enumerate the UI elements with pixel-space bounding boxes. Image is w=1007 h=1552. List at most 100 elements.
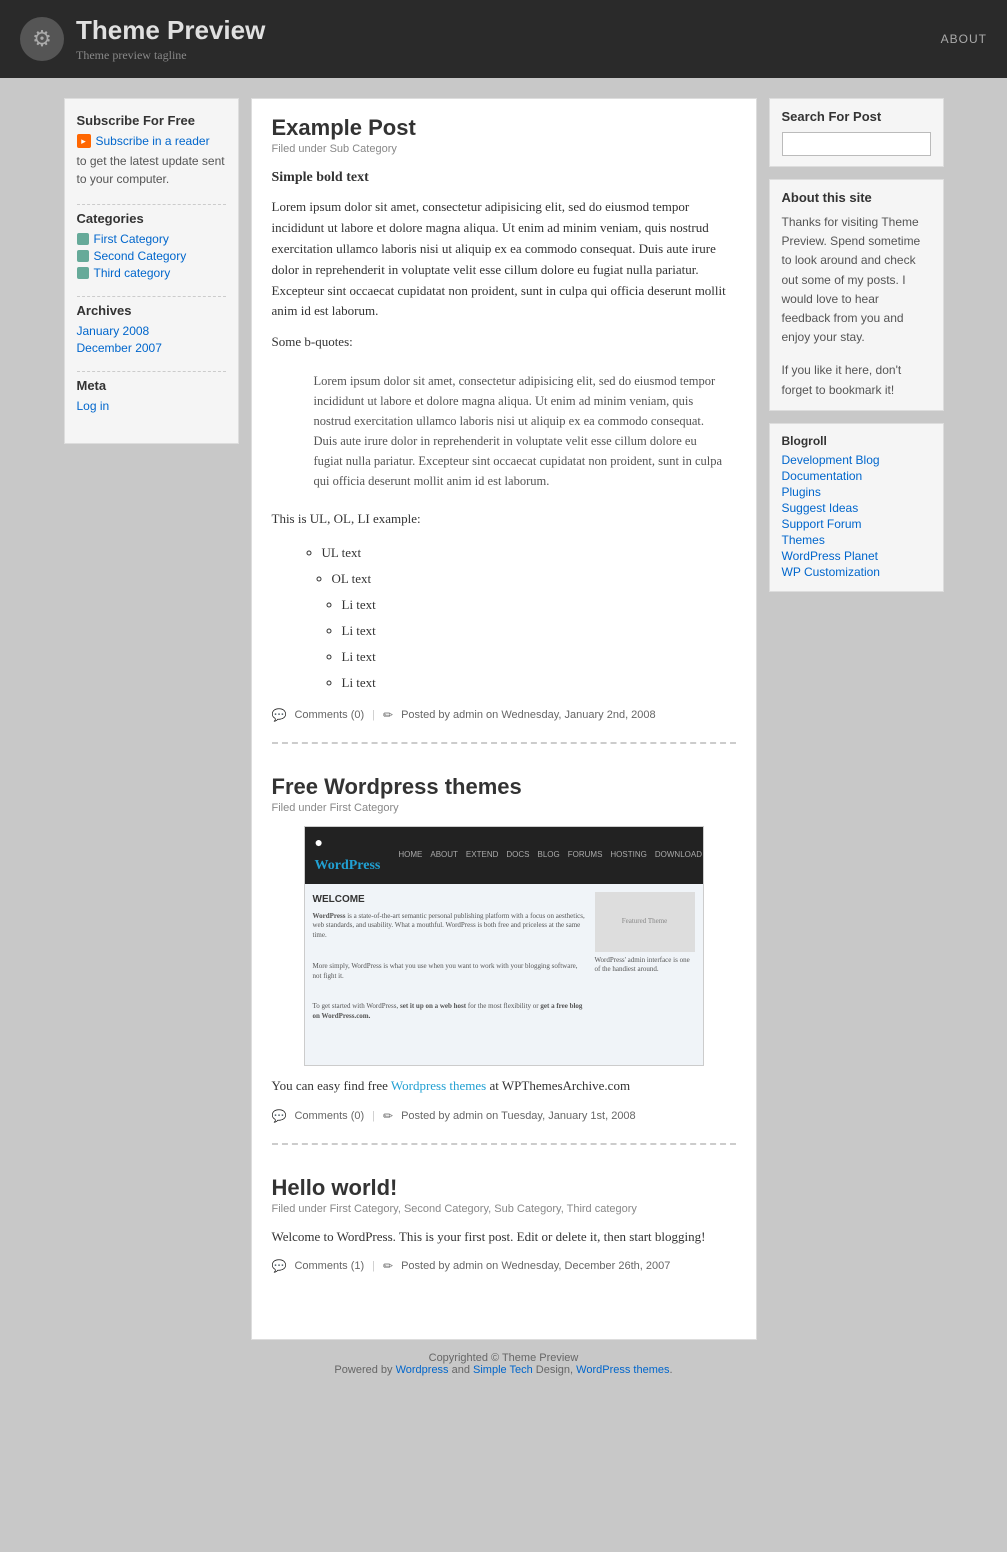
wp-ss-nav-forums: FORUMS — [568, 849, 603, 862]
rss-subscribe-link[interactable]: Subscribe in a reader — [96, 134, 210, 148]
archive-link[interactable]: January 2008 — [77, 324, 150, 338]
blogroll-title: Blogroll — [782, 434, 931, 448]
list-li-3: Li text — [342, 644, 736, 670]
cat-item-third-category: Third category — [77, 266, 226, 280]
post-title-1: Example Post — [272, 115, 736, 141]
list-li-2: Li text — [342, 618, 736, 644]
post-author-2: Posted by admin on Tuesday, January 1st,… — [401, 1110, 636, 1122]
post-filed-1: Filed under Sub Category — [272, 143, 736, 155]
comment-icon-1: 💬 — [272, 708, 287, 722]
post-body-3: Welcome to WordPress. This is your first… — [272, 1227, 736, 1248]
blogroll-link[interactable]: Plugins — [782, 485, 821, 499]
meta-title: Meta — [77, 378, 226, 393]
blogroll-link[interactable]: Documentation — [782, 469, 863, 483]
blogroll-link[interactable]: Suggest Ideas — [782, 501, 859, 515]
blogroll-link[interactable]: WordPress Planet — [782, 549, 879, 563]
post-para-1: Lorem ipsum dolor sit amet, consectetur … — [272, 197, 736, 322]
cat-icon — [77, 250, 89, 262]
meta-link[interactable]: Log in — [77, 399, 110, 413]
list-li-1: Li text — [342, 592, 736, 618]
post-body-1: Simple bold text Lorem ipsum dolor sit a… — [272, 167, 736, 696]
post-body-text-2: You can easy find free Wordpress themes … — [272, 1076, 736, 1097]
divider-2 — [77, 296, 226, 297]
wp-ss-theme-text: WordPress' admin interface is one of the… — [595, 956, 695, 976]
comment-icon-2: 💬 — [272, 1109, 287, 1123]
categories-list: First Category Second Category Third categ… — [77, 232, 226, 280]
wp-ss-welcome: WELCOME — [313, 892, 587, 908]
site-logo-icon: ⚙ — [20, 17, 64, 61]
main-content: Example Post Filed under Sub Category Si… — [251, 98, 757, 1340]
post-para-3: Welcome to WordPress. This is your first… — [272, 1227, 736, 1248]
blogroll-widget: Blogroll Development Blog Documentation Pl… — [769, 423, 944, 592]
wp-ss-nav-download: DOWNLOAD — [655, 849, 702, 862]
footer-wordpress-link[interactable]: Wordpress — [396, 1364, 449, 1376]
header-nav: ABOUT — [941, 31, 987, 47]
cat-link-third-category[interactable]: Third category — [94, 266, 171, 280]
post-author-1: Posted by admin on Wednesday, January 2n… — [401, 709, 656, 721]
header-title-block: Theme Preview Theme preview tagline — [76, 15, 265, 63]
post-comments-1: Comments (0) — [294, 709, 364, 721]
cat-link-first-category[interactable]: First Category — [94, 232, 169, 246]
wp-ss-header: ● WordPress HOME ABOUT EXTEND DOCS BLOG … — [305, 827, 703, 884]
list-ul-item: UL text OL text Li text Li text Li text … — [322, 540, 736, 696]
archive-link[interactable]: December 2007 — [77, 341, 162, 355]
blogroll-item: Documentation — [782, 469, 931, 483]
search-widget-title: Search For Post — [782, 109, 931, 124]
wp-themes-link[interactable]: Wordpress themes — [391, 1078, 486, 1093]
footer-wpthemes-link[interactable]: WordPress themes — [576, 1364, 669, 1376]
wp-ss-nav-home: HOME — [398, 849, 422, 862]
bquote-label: Some b-quotes: — [272, 332, 736, 353]
site-footer: Copyrighted © Theme Preview Powered by W… — [64, 1340, 944, 1396]
blogroll-item: Suggest Ideas — [782, 501, 931, 515]
cat-item-first-category: First Category — [77, 232, 226, 246]
cat-link-second-category[interactable]: Second Category — [94, 249, 187, 263]
site-header: ⚙ Theme Preview Theme preview tagline AB… — [0, 0, 1007, 78]
about-text-1: Thanks for visiting Theme Preview. Spend… — [782, 213, 931, 347]
wp-screenshot-inner: ● WordPress HOME ABOUT EXTEND DOCS BLOG … — [305, 827, 703, 1065]
wp-ss-right: Featured Theme WordPress' admin interfac… — [595, 892, 695, 1057]
site-tagline: Theme preview tagline — [76, 48, 265, 63]
blogroll-link[interactable]: Support Forum — [782, 517, 862, 531]
archive-item: January 2008 — [77, 324, 226, 338]
footer-copyright: Copyrighted © Theme Preview — [64, 1352, 944, 1364]
blogroll-item: Plugins — [782, 485, 931, 499]
wp-screenshot: ● WordPress HOME ABOUT EXTEND DOCS BLOG … — [304, 826, 704, 1066]
archives-title: Archives — [77, 303, 226, 318]
blogroll-link[interactable]: Development Blog — [782, 453, 880, 467]
post-author-3: Posted by admin on Wednesday, December 2… — [401, 1260, 670, 1272]
blogroll-link[interactable]: WP Customization — [782, 565, 880, 579]
divider-1 — [77, 204, 226, 205]
search-input[interactable] — [782, 132, 931, 156]
right-sidebar: Search For Post About this site Thanks f… — [769, 98, 944, 604]
wp-ss-body: WELCOME WordPress is a state-of-the-art … — [305, 884, 703, 1065]
post-bold-heading: Simple bold text — [272, 167, 736, 189]
blogroll-item: Support Forum — [782, 517, 931, 531]
subscribe-section: Subscribe For Free ▸ Subscribe in a read… — [77, 113, 226, 188]
nav-about-link[interactable]: ABOUT — [941, 32, 987, 46]
comment-icon-3: 💬 — [272, 1259, 287, 1273]
post-footer-3: 💬 Comments (1) | ✏ Posted by admin on We… — [272, 1259, 736, 1273]
meta-section: Meta Log in — [77, 378, 226, 413]
blogroll-item: WordPress Planet — [782, 549, 931, 563]
wp-ss-logo: ● WordPress — [315, 833, 381, 878]
about-widget: About this site Thanks for visiting Them… — [769, 179, 944, 411]
main-layout: Subscribe For Free ▸ Subscribe in a read… — [64, 98, 944, 1340]
subscribe-title: Subscribe For Free — [77, 113, 226, 128]
meta-item: Log in — [77, 399, 226, 413]
wp-ss-left: WELCOME WordPress is a state-of-the-art … — [313, 892, 587, 1057]
blogroll-item: Development Blog — [782, 453, 931, 467]
post-title-2: Free Wordpress themes — [272, 774, 736, 800]
footer-powered: Powered by Wordpress and Simple Tech Des… — [64, 1364, 944, 1376]
archives-list: January 2008 December 2007 — [77, 324, 226, 355]
blogroll-link[interactable]: Themes — [782, 533, 825, 547]
post-blockquote-1: Lorem ipsum dolor sit amet, consectetur … — [302, 363, 736, 499]
divider-3 — [77, 371, 226, 372]
wp-ss-nav-docs: DOCS — [506, 849, 529, 862]
footer-simpletech-link[interactable]: Simple Tech — [473, 1364, 533, 1376]
left-sidebar: Subscribe For Free ▸ Subscribe in a read… — [64, 98, 239, 444]
post-footer-1: 💬 Comments (0) | ✏ Posted by admin on We… — [272, 708, 736, 722]
outer-wrapper: Subscribe For Free ▸ Subscribe in a read… — [54, 98, 954, 1396]
wp-ss-nav-blog: BLOG — [538, 849, 560, 862]
archives-section: Archives January 2008 December 2007 — [77, 303, 226, 355]
post-hello-world: Hello world! Filed under First Category,… — [272, 1175, 736, 1294]
